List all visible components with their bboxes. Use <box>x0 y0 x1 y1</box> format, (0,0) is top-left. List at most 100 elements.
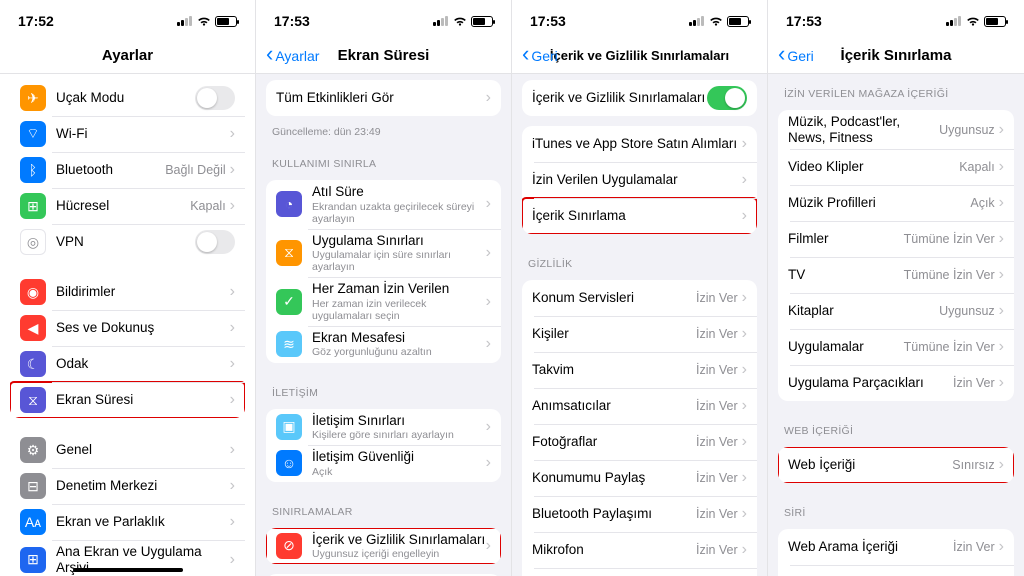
row-always-allowed-icon[interactable]: ✓Her Zaman İzin VerilenHer zaman izin ve… <box>266 277 501 326</box>
row-item[interactable]: Uygunsuz Dilİzin Ver <box>778 565 1014 576</box>
row-value: Tümüne İzin Ver <box>904 340 995 354</box>
row-label: Web İçeriği <box>788 457 952 473</box>
row-app-limits-icon[interactable]: ⧖Uygulama SınırlarıUygulamalar için süre… <box>266 229 501 278</box>
row-screentime-icon[interactable]: ⧖ Ekran Süresi <box>10 382 245 418</box>
row-value: İzin Ver <box>696 543 738 557</box>
row-value: Tümüne İzin Ver <box>904 268 995 282</box>
row-item[interactable]: Müzik, Podcast'ler, News, FitnessUygunsu… <box>778 110 1014 149</box>
row-item[interactable]: Bluetooth Paylaşımıİzin Ver <box>522 496 757 532</box>
row-value: İzin Ver <box>696 327 738 341</box>
row-focus-icon[interactable]: ☾Odak <box>10 346 245 382</box>
row-cellular-icon[interactable]: ⊞HücreselKapalı <box>10 188 245 224</box>
row-label: İletişim GüvenliğiAçık <box>312 449 486 478</box>
row-item[interactable]: Mikrofonİzin Ver <box>522 532 757 568</box>
nav-bar: Geri İçerik ve Gizlilik Sınırlamaları <box>512 38 767 74</box>
chevron-right-icon <box>230 392 235 408</box>
wifi-icon <box>453 14 467 28</box>
row-item[interactable]: KitaplarUygunsuz <box>778 293 1014 329</box>
chevron-right-icon <box>999 457 1004 473</box>
row-label: Bildirimler <box>56 284 230 300</box>
row-item[interactable]: Takvimİzin Ver <box>522 352 757 388</box>
wifi-icon: ⌔ <box>20 121 46 147</box>
row-item[interactable]: Konuşma Tanımaİzin Ver <box>522 568 757 576</box>
back-button[interactable]: Ayarlar <box>266 48 319 64</box>
row-content-restrict-icon[interactable]: ⊘İçerik ve Gizlilik SınırlamalarıUygunsu… <box>266 528 501 565</box>
row-subtitle: Ekrandan uzakta geçirilecek süreyi ayarl… <box>312 201 486 225</box>
status-time: 17:53 <box>274 13 310 29</box>
row-item[interactable]: Anımsatıcılarİzin Ver <box>522 388 757 424</box>
toggle[interactable] <box>195 230 235 254</box>
section-header: İZİN VERİLEN MAĞAZA İÇERİĞİ <box>768 74 1024 104</box>
back-button[interactable]: Geri <box>522 48 558 64</box>
sounds-icon: ◀︎ <box>20 315 46 341</box>
row-label: Genel <box>56 442 230 458</box>
row-subtitle: Açık <box>312 466 486 478</box>
page-title: İçerik ve Gizlilik Sınırlamaları <box>550 48 729 63</box>
nav-bar: Geri İçerik Sınırlama <box>768 38 1024 74</box>
back-button[interactable]: Geri <box>778 48 814 64</box>
row-screen-distance-icon[interactable]: ≋Ekran MesafesiGöz yorgunluğunu azaltın <box>266 326 501 363</box>
status-bar: 17:52 <box>0 0 255 38</box>
row-general-icon[interactable]: ⚙︎Genel <box>10 432 245 468</box>
screentime-icon: ⧖ <box>20 387 46 413</box>
section-header: GİZLİLİK <box>512 244 767 274</box>
row-vpn-icon[interactable]: ◎VPN <box>10 224 245 260</box>
row-downtime-icon[interactable]: ◔Atıl SüreEkrandan uzakta geçirilecek sü… <box>266 180 501 229</box>
row-sounds-icon[interactable]: ◀︎Ses ve Dokunuş <box>10 310 245 346</box>
row-control-center-icon[interactable]: ⊟Denetim Merkezi <box>10 468 245 504</box>
row-item[interactable]: Video KliplerKapalı <box>778 149 1014 185</box>
row-item[interactable]: Web İçeriğiSınırsız <box>778 447 1014 483</box>
display-icon: Aᴀ <box>20 509 46 535</box>
row-label: Uygulamalar <box>788 339 904 355</box>
chevron-left-icon <box>778 48 785 64</box>
row-value: Tümüne İzin Ver <box>904 232 995 246</box>
cellular-signal-icon <box>177 16 193 26</box>
row-item[interactable]: Konumumu Paylaşİzin Ver <box>522 460 757 496</box>
row-item[interactable]: FilmlerTümüne İzin Ver <box>778 221 1014 257</box>
row-item[interactable]: İzin Verilen Uygulamalar <box>522 162 757 198</box>
toggle-master[interactable] <box>707 86 747 110</box>
nav-bar: Ayarlar <box>0 38 255 74</box>
row-display-icon[interactable]: AᴀEkran ve Parlaklık <box>10 504 245 540</box>
row-item[interactable]: Fotoğraflarİzin Ver <box>522 424 757 460</box>
battery-icon <box>984 16 1006 27</box>
row-label: İçerik ve Gizlilik SınırlamalarıUygunsuz… <box>312 532 486 561</box>
row-comm-limits-icon[interactable]: ▣İletişim SınırlarıKişilere göre sınırla… <box>266 409 501 446</box>
row-wifi-icon[interactable]: ⌔ Wi-Fi <box>10 116 245 152</box>
row-item[interactable]: Web Arama İçeriğiİzin Ver <box>778 529 1014 565</box>
row-comm-safety-icon[interactable]: ☺︎ İletişim GüvenliğiAçık <box>266 445 501 482</box>
comm-safety-icon: ☺︎ <box>276 450 302 476</box>
chevron-left-icon <box>266 48 273 64</box>
row-item[interactable]: Uygulama Parçacıklarıİzin Ver <box>778 365 1014 401</box>
focus-icon: ☾ <box>20 351 46 377</box>
row-label: Ekran Süresi <box>56 392 230 408</box>
row-airplane-icon[interactable]: ✈︎Uçak Modu <box>10 80 245 116</box>
row-label: Bluetooth Paylaşımı <box>532 506 696 522</box>
row-all-activity[interactable]: Tüm Etkinlikleri Gör <box>266 80 501 116</box>
row-label: İzin Verilen Uygulamalar <box>532 172 742 188</box>
row-label: Müzik Profilleri <box>788 195 970 211</box>
battery-icon <box>215 16 237 27</box>
row-label: Müzik, Podcast'ler, News, Fitness <box>788 114 939 145</box>
cellular-signal-icon <box>689 16 705 26</box>
row-item[interactable]: TVTümüne İzin Ver <box>778 257 1014 293</box>
row-item[interactable]: Kişilerİzin Ver <box>522 316 757 352</box>
row-item[interactable]: UygulamalarTümüne İzin Ver <box>778 329 1014 365</box>
row-item[interactable]: İçerik Sınırlama <box>522 198 757 234</box>
page-title: İçerik Sınırlama <box>841 47 952 64</box>
row-label: Atıl SüreEkrandan uzakta geçirilecek sür… <box>312 184 486 225</box>
chevron-right-icon <box>742 172 747 188</box>
row-notifications-icon[interactable]: ◉Bildirimler <box>10 274 245 310</box>
row-label: Wi-Fi <box>56 126 226 142</box>
toggle[interactable] <box>195 86 235 110</box>
row-item[interactable]: iTunes ve App Store Satın Alımları <box>522 126 757 162</box>
row-item[interactable]: Müzik ProfilleriAçık <box>778 185 1014 221</box>
chevron-right-icon <box>230 478 235 494</box>
row-bluetooth-icon[interactable]: ᛒBluetoothBağlı Değil <box>10 152 245 188</box>
row-item[interactable]: Konum Servisleriİzin Ver <box>522 280 757 316</box>
row-master-toggle[interactable]: İçerik ve Gizlilik Sınırlamaları <box>522 80 757 116</box>
chevron-right-icon <box>999 539 1004 555</box>
row-value: Uygunsuz <box>939 304 995 318</box>
chevron-left-icon <box>522 48 529 64</box>
app-limits-icon: ⧖ <box>276 240 302 266</box>
